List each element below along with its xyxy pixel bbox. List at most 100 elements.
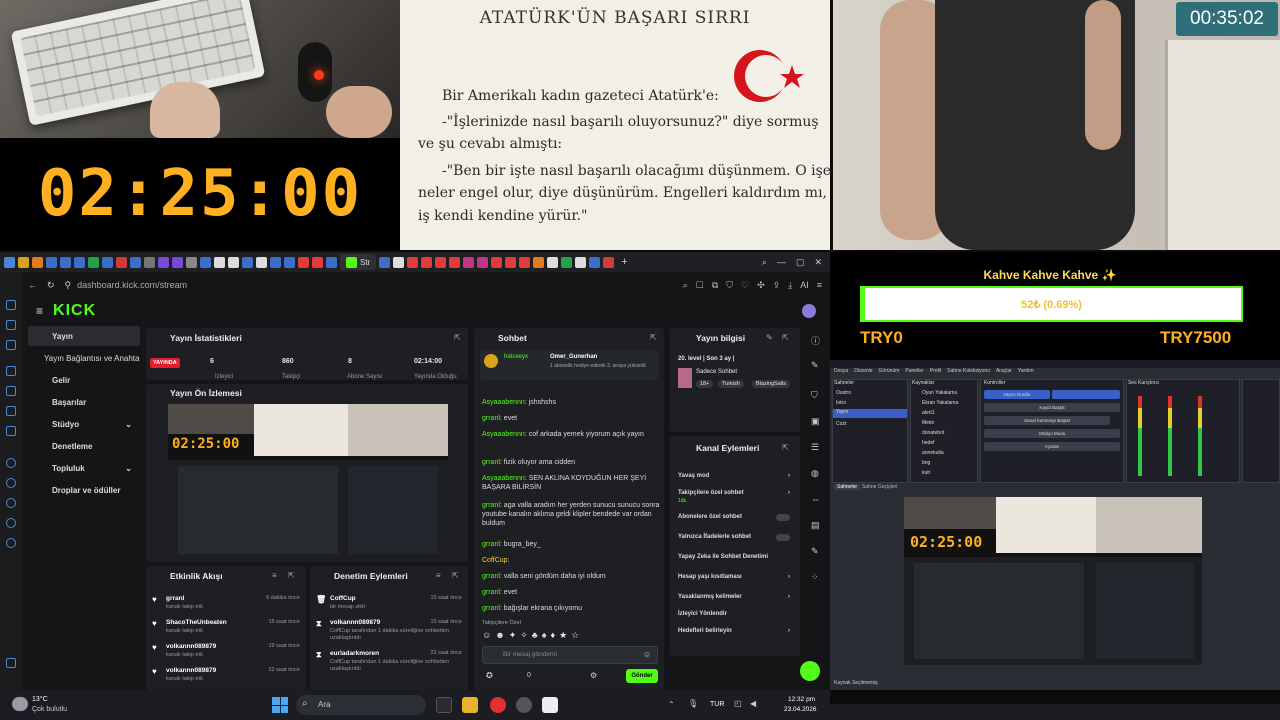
settings-button[interactable]: Ayarlar (984, 442, 1120, 451)
tab-icon[interactable] (589, 256, 601, 268)
chat-user[interactable]: Asyaaabennn (482, 399, 525, 406)
popout-icon[interactable]: ⇱ (454, 333, 461, 342)
avatar[interactable] (802, 304, 816, 318)
source-item[interactable]: kutr (922, 470, 930, 476)
sidebar-tool-icon[interactable] (6, 320, 16, 330)
obs-icon[interactable] (516, 697, 532, 713)
list-icon[interactable]: ☰ (811, 442, 819, 453)
sidebar-tool-icon[interactable] (6, 518, 16, 528)
chat-user[interactable]: grranl (482, 459, 500, 466)
emote-icon[interactable]: ☻ (495, 630, 504, 642)
source-item[interactable]: annekutla (922, 450, 944, 456)
tab-icon[interactable] (228, 256, 239, 268)
action-subs-only[interactable]: Abonelere özel sohbet (678, 514, 798, 521)
tab-icon[interactable] (102, 256, 113, 268)
tab-icon[interactable] (312, 256, 323, 268)
source-item[interactable]: Oyun Yakalama (922, 390, 957, 396)
tab-icon[interactable] (603, 256, 615, 268)
obs-preview[interactable]: 02:25:00 (904, 497, 1202, 665)
ai-button[interactable]: AI (800, 280, 809, 291)
menu-item[interactable]: Dosya (834, 368, 848, 377)
chat-icon[interactable]: ◍ (811, 468, 819, 479)
search-box[interactable]: ⌕ Ara (296, 695, 426, 715)
sidebar-item-studyo[interactable]: Stüdyo ⌄ (28, 414, 140, 434)
tab-icon[interactable] (298, 256, 309, 268)
chat-user[interactable]: Asyaaabennn (482, 475, 525, 482)
menu-item[interactable]: Görünüm (879, 368, 900, 377)
source-item[interactable]: alert1 (922, 410, 935, 416)
sidebar-tool-icon[interactable] (6, 366, 16, 376)
source-item[interactable]: bng (922, 460, 930, 466)
url-text[interactable]: dashboard.kick.com/stream (77, 280, 187, 290)
chat-input[interactable]: Bir mesaj gönderin ☺ (482, 646, 658, 664)
tab-strip[interactable]: Str + ⌕ — ▢ ✕ (0, 252, 830, 272)
tab-icon[interactable] (186, 256, 197, 268)
emote-icon[interactable]: ♠ (542, 630, 547, 642)
menu-item[interactable]: Paneller (905, 368, 923, 377)
emote-icon[interactable]: ♣ (532, 630, 538, 642)
tab-transitions[interactable]: Sahne Geçişleri (862, 484, 897, 490)
tab-icon[interactable] (505, 256, 517, 268)
points-icon[interactable]: ✪ (486, 671, 493, 680)
tab-icon[interactable] (158, 256, 169, 268)
action-followers-only[interactable]: Takipçilere özel sohbet › (678, 490, 798, 496)
kick-logo[interactable]: KICK (53, 302, 96, 320)
stream-status-button[interactable] (1052, 390, 1120, 399)
share-icon[interactable]: ⇪ (773, 280, 781, 291)
virtual-camera-button[interactable]: Sanal Kamerayı Başlat (984, 416, 1110, 425)
heart-icon[interactable]: ♡ (741, 280, 749, 291)
hamburger-icon[interactable]: ≡ (36, 304, 43, 318)
minimize-icon[interactable]: — (777, 257, 786, 268)
tab-icon[interactable] (130, 256, 141, 268)
sidebar-item-topluluk[interactable]: Topluluk ⌄ (28, 458, 140, 478)
tab-icon[interactable] (116, 256, 127, 268)
emote-icon[interactable]: ✦ (509, 630, 517, 642)
tab-icon[interactable] (463, 256, 475, 268)
search-icon[interactable]: ⌕ (762, 257, 767, 268)
popout-icon[interactable]: ⇱ (650, 333, 657, 342)
scene-item[interactable]: Cozt (836, 421, 846, 427)
stop-stream-button[interactable]: Yayını Durdur (984, 390, 1050, 399)
tab-icon[interactable] (477, 256, 489, 268)
clock-date[interactable]: 23.04.2026 (784, 706, 817, 713)
filter-icon[interactable]: ≡ (272, 571, 277, 580)
emote-icon[interactable]: ♦ (550, 630, 555, 642)
weather-desc[interactable]: Çok bulutlu (32, 706, 67, 713)
emote-icon[interactable]: ✧ (520, 630, 528, 642)
menu-item[interactable]: Sahne Koleksiyonu (947, 368, 990, 377)
tab-icon[interactable] (32, 256, 43, 268)
action-banned-words[interactable]: Yasaklanmış kelimeler › (678, 594, 798, 600)
chat-user[interactable]: grranl (482, 541, 500, 548)
sidebar-item-denetleme[interactable]: Denetleme (28, 436, 140, 456)
menu-item[interactable]: Profil (930, 368, 941, 377)
emote-icon[interactable]: ☆ (571, 630, 579, 642)
tab-icon[interactable] (491, 256, 503, 268)
sidebar-tool-icon[interactable] (6, 406, 16, 416)
popout-icon[interactable]: ⇱ (288, 571, 295, 580)
filter-icon[interactable]: ≡ (436, 571, 441, 580)
tab-icon[interactable] (200, 256, 211, 268)
chevron-up-icon[interactable]: ⌃ (668, 700, 675, 709)
sidebar-item-gelir[interactable]: Gelir (28, 370, 140, 390)
emote-bar[interactable]: ☺ ☻ ✦ ✧ ♣ ♠ ♦ ★ ☆ (482, 630, 658, 642)
chat-user[interactable]: grranl (482, 502, 500, 509)
tab-icon[interactable] (214, 256, 225, 268)
sidebar-tool-icon[interactable] (6, 498, 16, 508)
link-icon[interactable]: ⇔ (811, 494, 820, 504)
tab-icon[interactable] (449, 256, 461, 268)
sidebar-tool-icon[interactable] (6, 340, 16, 350)
settings-icon[interactable]: ⚙ (590, 671, 597, 680)
edit-icon[interactable]: ✎ (811, 360, 819, 371)
tab-icon[interactable] (46, 256, 57, 268)
start-recording-button[interactable]: Kaydı Başlat (984, 403, 1120, 412)
volume-icon[interactable]: ◀ (750, 699, 756, 708)
browser-icon[interactable] (4, 256, 15, 268)
popout-icon[interactable]: ⇱ (452, 571, 459, 580)
tab-icon[interactable] (379, 256, 391, 268)
tab-active[interactable]: Str (340, 254, 377, 270)
source-item[interactable]: donatebot (922, 430, 944, 436)
tab-icon[interactable] (242, 256, 253, 268)
chat-user[interactable]: Asyaaabennn (482, 431, 525, 438)
sidebar-tool-icon[interactable] (6, 426, 16, 436)
scene-item[interactable]: Intro (836, 400, 846, 406)
